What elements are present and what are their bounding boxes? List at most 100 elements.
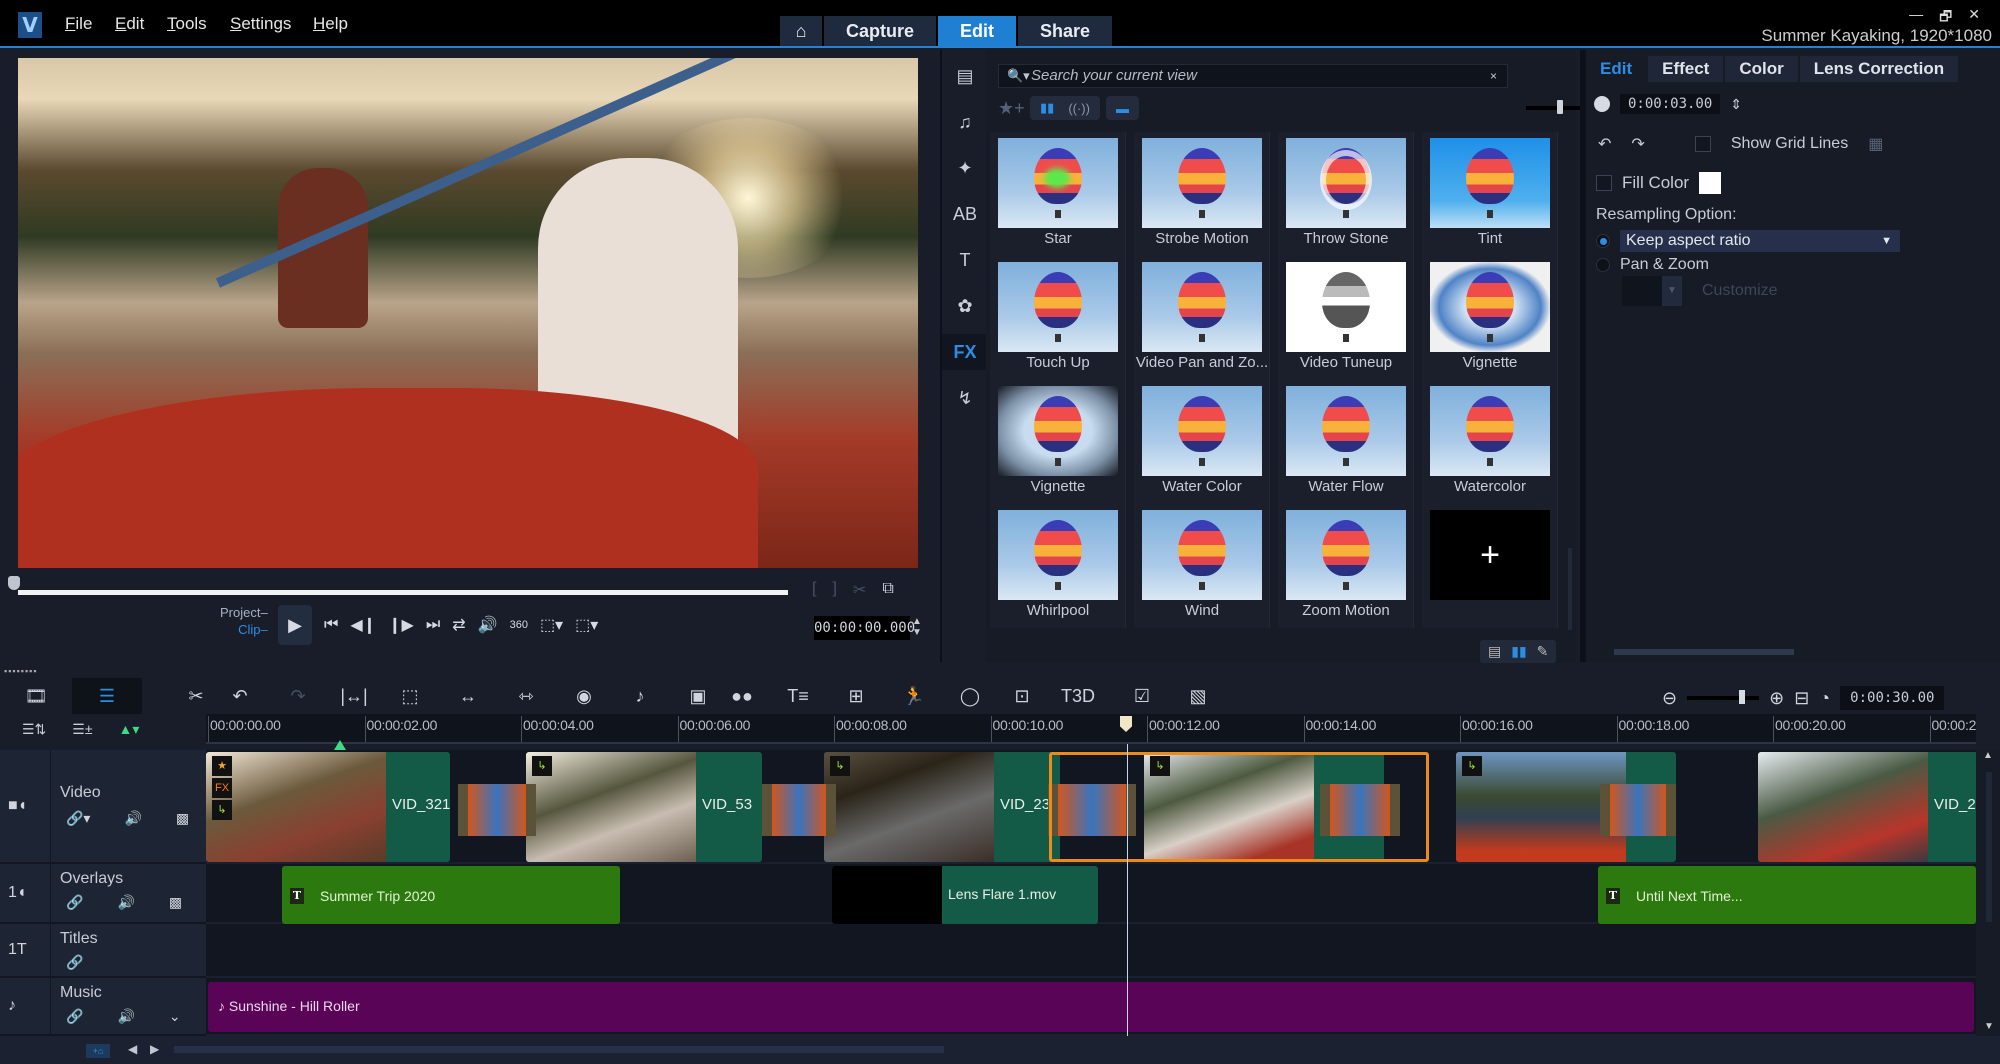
- title-overlay-clip[interactable]: T Summer Trip 2020: [282, 866, 620, 924]
- scroll-left-icon[interactable]: ◀: [128, 1042, 137, 1056]
- motion-icon[interactable]: 🏃: [896, 678, 932, 714]
- tab-edit-options[interactable]: Edit: [1586, 56, 1646, 82]
- tab-edit[interactable]: Edit: [938, 16, 1017, 46]
- duration-input[interactable]: 0:00:03.00: [1620, 94, 1721, 114]
- snapshot-icon[interactable]: ⬚▾: [575, 615, 598, 635]
- aspect-ratio-icon[interactable]: ⬚▾: [540, 615, 563, 635]
- effect-item[interactable]: Watercolor: [1422, 380, 1558, 504]
- track-header-overlays[interactable]: 1◖ Overlays 🔗 🔊 ▩: [0, 864, 206, 924]
- tab-lens-correction[interactable]: Lens Correction: [1799, 56, 1959, 82]
- zoom-out-icon[interactable]: ⊖: [1662, 688, 1677, 709]
- go-to-end-icon[interactable]: ⏭: [426, 616, 440, 634]
- project-duration[interactable]: 0:00:30.00: [1840, 686, 1945, 710]
- effect-item[interactable]: Throw Stone: [1278, 132, 1414, 256]
- transparency-icon[interactable]: ▩: [169, 894, 182, 911]
- music-clip[interactable]: ♪ Sunshine - Hill Roller: [208, 982, 1974, 1032]
- split-icon[interactable]: ↔: [450, 678, 486, 714]
- grid-settings-icon[interactable]: ▦: [1868, 134, 1883, 154]
- repeat-icon[interactable]: ⇄: [452, 615, 465, 635]
- add-remove-chapter-icon[interactable]: ☰±: [72, 721, 92, 738]
- show-grid-checkbox[interactable]: [1694, 136, 1711, 152]
- video-clip[interactable]: VID_3215 ★FX↳: [206, 752, 450, 862]
- time-ruler[interactable]: 00:00:00.00 00:00:02.00 00:00:04.00 00:00:0…: [206, 714, 1976, 744]
- fill-color-swatch[interactable]: [1699, 172, 1722, 194]
- graphics-icon[interactable]: ✿: [942, 288, 988, 324]
- link-icon[interactable]: 🔗: [66, 894, 83, 911]
- mark-in-button[interactable]: [: [812, 580, 816, 600]
- options-scrollbar[interactable]: [1596, 648, 1996, 656]
- timecode-display[interactable]: 00:00:00.000: [814, 616, 915, 640]
- layout-toggle[interactable]: ▬: [1105, 96, 1139, 120]
- transition-clip[interactable]: [1600, 784, 1676, 836]
- volume-icon[interactable]: 🔊: [117, 1008, 134, 1025]
- track-header-titles[interactable]: 1T Titles 🔗: [0, 924, 206, 978]
- play-button[interactable]: ▶: [278, 605, 312, 645]
- multicam-icon[interactable]: ▣: [680, 678, 716, 714]
- customize-button[interactable]: Customize: [1702, 282, 1778, 300]
- tab-color[interactable]: Color: [1725, 56, 1798, 82]
- transparency-icon[interactable]: ▩: [176, 810, 189, 827]
- rotate-left-icon[interactable]: ↶: [1598, 134, 1611, 154]
- effect-item[interactable]: Zoom Motion: [1278, 504, 1414, 628]
- stretch-icon[interactable]: ⇿: [508, 678, 544, 714]
- search-input[interactable]: 🔍▾ Search your current view ×: [998, 64, 1508, 88]
- playhead-line[interactable]: [1127, 744, 1128, 1036]
- link-icon[interactable]: 🔗: [66, 954, 83, 971]
- effect-item[interactable]: Vignette: [990, 380, 1126, 504]
- title-3d-icon[interactable]: T3D: [1060, 678, 1096, 714]
- vr-360-icon[interactable]: 360: [510, 619, 528, 631]
- project-mode[interactable]: Project–: [220, 604, 268, 621]
- video-overlay-clip[interactable]: Lens Flare 1.mov: [832, 866, 1098, 924]
- library-manager-icon[interactable]: ▤: [1488, 643, 1501, 660]
- track-header-video[interactable]: ■◖ Video 🔗▾ 🔊 ▩: [0, 750, 206, 864]
- fit-timeline-icon[interactable]: +⌂: [86, 1044, 110, 1058]
- previous-frame-icon[interactable]: ◀❙: [350, 615, 376, 635]
- scrubber-bar[interactable]: [18, 590, 788, 595]
- effect-item[interactable]: Vignette: [1422, 256, 1558, 380]
- menu-help[interactable]: Help: [313, 14, 348, 34]
- split-view-icon[interactable]: ▮▮: [1511, 643, 1526, 660]
- go-to-start-icon[interactable]: ⏮: [324, 616, 338, 634]
- timecode-spinner[interactable]: ▲ ▼: [912, 616, 922, 638]
- home-tab[interactable]: ⌂: [780, 16, 822, 46]
- video-clip[interactable]: VID_2124.j: [1758, 752, 1998, 862]
- rotate-right-icon[interactable]: ↷: [1631, 134, 1644, 154]
- tab-capture[interactable]: Capture: [824, 16, 937, 46]
- effect-item[interactable]: Video Pan and Zo...: [1134, 256, 1270, 380]
- video-clip[interactable]: VID_2340↳: [824, 752, 1060, 862]
- split-screen-icon[interactable]: ⊞: [838, 678, 874, 714]
- show-video-icon[interactable]: ▮▮: [1040, 100, 1054, 116]
- clear-search-icon[interactable]: ×: [1490, 65, 1497, 87]
- show-audio-icon[interactable]: ((·)): [1068, 101, 1090, 116]
- scrollbar-thumb[interactable]: [1614, 649, 1794, 655]
- menu-tools[interactable]: Tools: [167, 14, 207, 34]
- transition-clip[interactable]: [458, 784, 536, 836]
- duration-spinner[interactable]: ⇕: [1730, 96, 1742, 113]
- tab-effect[interactable]: Effect: [1648, 56, 1724, 82]
- chapter-marker-icon[interactable]: ▲▾: [119, 721, 140, 738]
- transition-clip[interactable]: [1048, 784, 1136, 836]
- undo-icon[interactable]: ↶: [222, 678, 258, 714]
- fit-project-icon[interactable]: ⊟: [1794, 688, 1809, 709]
- zoom-in-icon[interactable]: ⊕: [1769, 688, 1784, 709]
- instant-project-icon[interactable]: ✦: [942, 150, 988, 186]
- transition-clip[interactable]: [762, 784, 836, 836]
- redo-icon[interactable]: ↷: [280, 678, 316, 714]
- timeline-view-icon[interactable]: ☰: [72, 678, 142, 714]
- timeline-vertical-scrollbar[interactable]: ▲ ▼: [1976, 750, 2000, 1036]
- effect-item[interactable]: Water Flow: [1278, 380, 1414, 504]
- pan-zoom-preset-dropdown[interactable]: ▼: [1622, 276, 1682, 306]
- resampling-dropdown[interactable]: Keep aspect ratio ▼: [1620, 230, 1900, 252]
- scrubber-handle[interactable]: [8, 576, 20, 590]
- expand-icon[interactable]: ⌄: [169, 1008, 181, 1025]
- zoom-slider[interactable]: [1687, 690, 1760, 704]
- thumbnail-size-slider[interactable]: [1526, 100, 1588, 114]
- link-icon[interactable]: 🔗: [66, 1008, 83, 1025]
- transitions-icon[interactable]: AB: [942, 196, 988, 232]
- effect-item[interactable]: Whirlpool: [990, 504, 1126, 628]
- effect-item[interactable]: Strobe Motion: [1134, 132, 1270, 256]
- subtitle-icon[interactable]: T≡: [780, 678, 816, 714]
- effect-item[interactable]: Wind: [1134, 504, 1270, 628]
- crop-icon[interactable]: ⬚: [392, 678, 428, 714]
- fit-icon[interactable]: |↔|: [336, 678, 372, 714]
